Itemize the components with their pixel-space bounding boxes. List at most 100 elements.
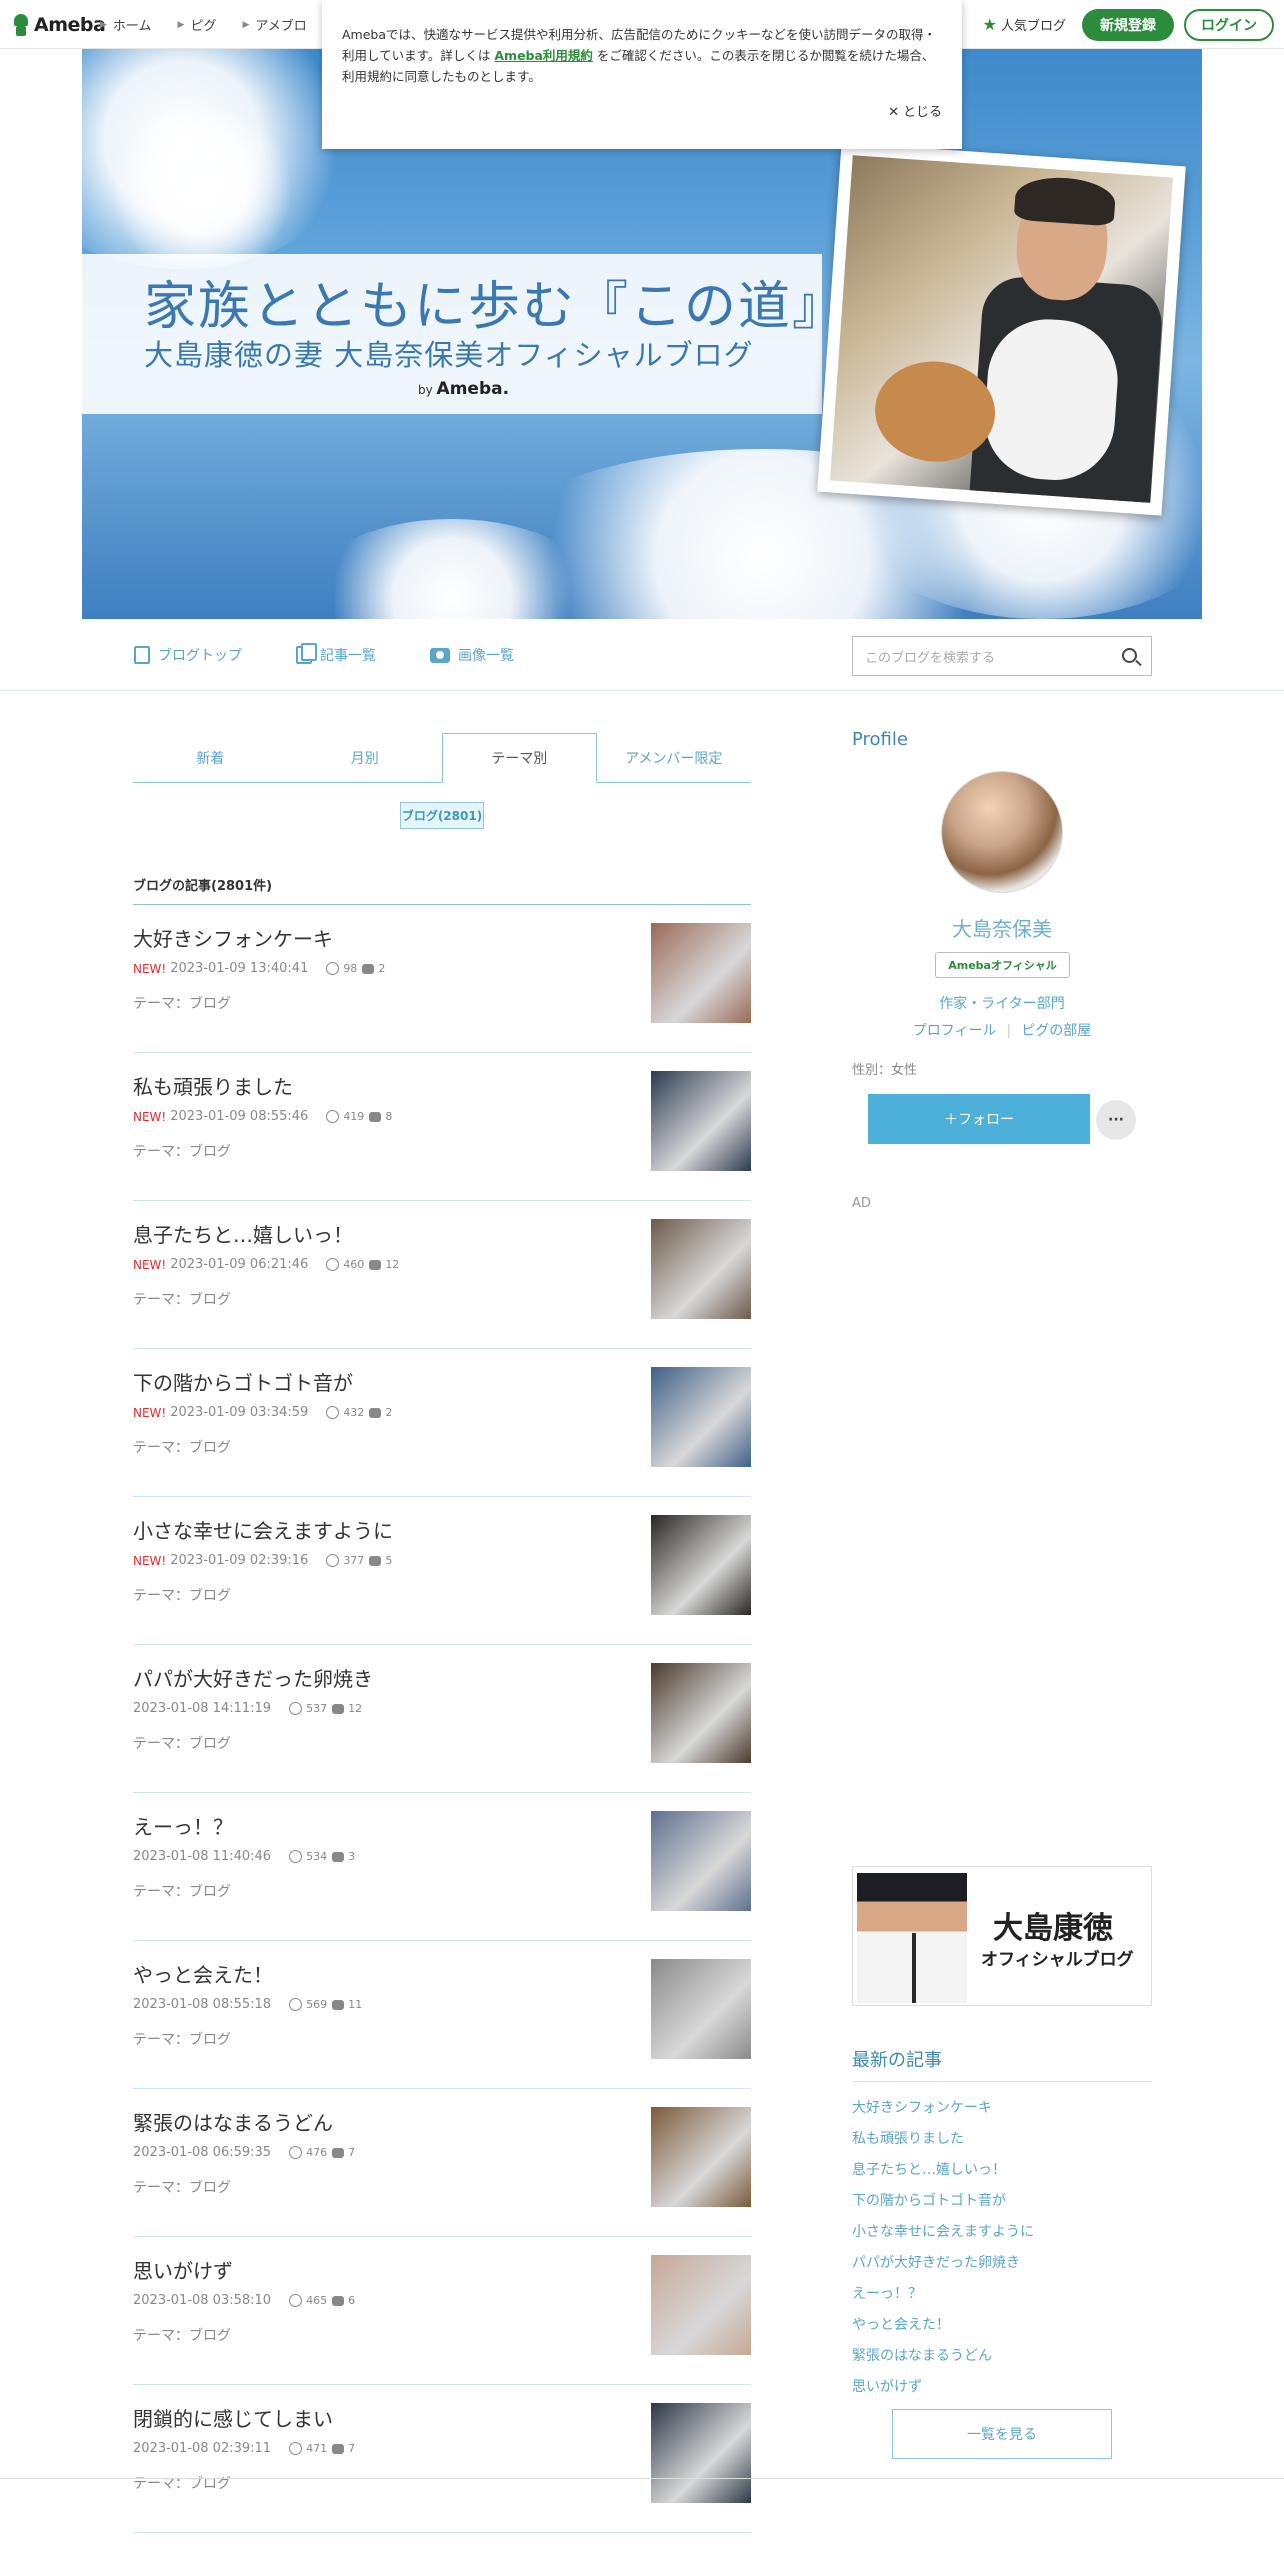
entry-meta: NEW! 2023-01-09 13:40:41 98 2: [133, 961, 385, 976]
profile-category[interactable]: 作家・ライター部門: [852, 993, 1152, 1013]
entry-theme[interactable]: テーマ：ブログ: [133, 2029, 231, 2049]
list-item[interactable]: 息子たちと…嬉しいっ！ NEW! 2023-01-09 06:21:46 460 12 テ…: [133, 1201, 751, 1349]
latest-item[interactable]: パパが大好きだった卵焼き: [852, 2246, 1152, 2277]
follow-button[interactable]: ＋フォロー: [868, 1094, 1090, 1144]
latest-item[interactable]: やっと会えた！: [852, 2308, 1152, 2339]
header-photo: [817, 142, 1186, 516]
entry-thumbnail[interactable]: [651, 1219, 751, 1319]
search-icon[interactable]: [1122, 648, 1137, 663]
latest-item[interactable]: 下の階からゴトゴト音が: [852, 2184, 1152, 2215]
profile-link[interactable]: プロフィール: [913, 1023, 997, 1039]
tab-new[interactable]: 新着: [133, 733, 288, 783]
entry-date: 2023-01-09 06:21:46: [170, 1257, 309, 1272]
entry-theme[interactable]: テーマ：ブログ: [133, 993, 231, 1013]
popular-blog-link[interactable]: ★ 人気ブログ: [983, 15, 1066, 34]
list-item[interactable]: 小さな幸せに会えますように NEW! 2023-01-09 02:39:16 377 5…: [133, 1497, 751, 1645]
subnav-entry-list[interactable]: 記事一覧: [296, 643, 376, 665]
entry-theme[interactable]: テーマ：ブログ: [133, 1881, 231, 1901]
entry-thumbnail[interactable]: [651, 923, 751, 1023]
latest-item[interactable]: 緊張のはなまるうどん: [852, 2339, 1152, 2370]
list-item[interactable]: 大好きシフォンケーキ NEW! 2023-01-09 13:40:41 98 2 テーマ：…: [133, 905, 751, 1053]
latest-item[interactable]: 息子たちと…嬉しいっ！: [852, 2153, 1152, 2184]
entry-thumbnail[interactable]: [651, 2403, 751, 2503]
entry-theme[interactable]: テーマ：ブログ: [133, 2325, 231, 2345]
entry-title[interactable]: 下の階からゴトゴト音が: [133, 1367, 633, 1396]
cookie-close-button[interactable]: ✕ とじる: [888, 102, 942, 123]
banner-title: 大島康徳: [993, 1911, 1113, 1946]
entry-theme[interactable]: テーマ：ブログ: [133, 1289, 231, 1309]
entry-thumbnail[interactable]: [651, 1811, 751, 1911]
latest-item[interactable]: 思いがけず: [852, 2370, 1152, 2401]
register-button[interactable]: 新規登録: [1082, 8, 1174, 41]
entry-theme[interactable]: テーマ：ブログ: [133, 2473, 231, 2493]
entry-theme[interactable]: テーマ：ブログ: [133, 1733, 231, 1753]
avatar[interactable]: [941, 771, 1063, 893]
sidebar: Profile 大島奈保美 Amebaオフィシャル 作家・ライター部門 プロフィ…: [852, 691, 1152, 2459]
theme-badge[interactable]: ブログ(2801): [400, 802, 484, 829]
top-nav-home[interactable]: ▶ ホーム: [100, 15, 152, 34]
entry-theme[interactable]: テーマ：ブログ: [133, 1585, 231, 1605]
entry-thumbnail[interactable]: [651, 1959, 751, 2059]
latest-item[interactable]: 小さな幸せに会えますように: [852, 2215, 1152, 2246]
entry-title[interactable]: 思いがけず: [133, 2255, 633, 2284]
subnav-image-list[interactable]: 画像一覧: [430, 645, 514, 665]
latest-item[interactable]: えーっ！？: [852, 2277, 1152, 2308]
comment-icon: [332, 2443, 345, 2454]
list-item[interactable]: 思いがけず 2023-01-08 03:58:10 465 6 テーマ：ブログ: [133, 2237, 751, 2385]
latest-item[interactable]: 大好きシフォンケーキ: [852, 2091, 1152, 2122]
entry-thumbnail[interactable]: [651, 2255, 751, 2355]
husband-blog-banner[interactable]: 大島康徳 オフィシャルブログ: [852, 1866, 1152, 2006]
list-item[interactable]: えーっ！？ 2023-01-08 11:40:46 534 3 テーマ：ブログ: [133, 1793, 751, 1941]
entry-title[interactable]: えーっ！？: [133, 1811, 633, 1840]
comment-icon: [332, 1999, 345, 2010]
like-count: 419: [343, 1110, 365, 1123]
see-all-button[interactable]: 一覧を見る: [892, 2409, 1112, 2459]
comment-count: 5: [385, 1554, 393, 1567]
blog-search-input[interactable]: このブログを検索する: [852, 636, 1152, 676]
login-button[interactable]: ログイン: [1184, 8, 1274, 41]
new-badge: NEW!: [133, 961, 167, 976]
entry-thumbnail[interactable]: [651, 2107, 751, 2207]
entry-title[interactable]: やっと会えた！: [133, 1959, 633, 1988]
list-item[interactable]: 緊張のはなまるうどん 2023-01-08 06:59:35 476 7 テーマ：ブログ: [133, 2089, 751, 2237]
subnav-blog-top[interactable]: ブログトップ: [134, 645, 242, 665]
latest-item[interactable]: 私も頑張りました: [852, 2122, 1152, 2153]
ameba-logo[interactable]: Ameba: [12, 10, 106, 40]
tab-theme[interactable]: テーマ別: [442, 733, 597, 783]
cloud-decoration: [102, 109, 302, 269]
entry-date: 2023-01-08 11:40:46: [133, 1849, 272, 1864]
profile-name[interactable]: 大島奈保美: [852, 913, 1152, 942]
copy-icon: [296, 643, 317, 664]
top-nav-pigg[interactable]: ▶ ピグ: [178, 15, 217, 34]
entry-title[interactable]: 私も頑張りました: [133, 1071, 633, 1100]
like-count: 471: [306, 2442, 328, 2455]
new-badge: NEW!: [133, 1257, 167, 1272]
entry-meta: 2023-01-08 14:11:19 537 12: [133, 1701, 362, 1716]
tab-amember[interactable]: アメンバー限定: [596, 733, 751, 783]
list-item[interactable]: 私も頑張りました NEW! 2023-01-09 08:55:46 419 8 テーマ：ブ…: [133, 1053, 751, 1201]
entry-title[interactable]: 小さな幸せに会えますように: [133, 1515, 633, 1544]
entry-thumbnail[interactable]: [651, 1515, 751, 1615]
list-item[interactable]: パパが大好きだった卵焼き 2023-01-08 14:11:19 537 12 テーマ：…: [133, 1645, 751, 1793]
list-item[interactable]: 閉鎖的に感じてしまい 2023-01-08 02:39:11 471 7 テーマ：ブログ: [133, 2385, 751, 2533]
entry-thumbnail[interactable]: [651, 1367, 751, 1467]
entry-title[interactable]: 大好きシフォンケーキ: [133, 923, 633, 952]
entry-meta: NEW! 2023-01-09 06:21:46 460 12: [133, 1257, 399, 1272]
entry-thumbnail[interactable]: [651, 1071, 751, 1171]
pigg-room-link[interactable]: ピグの部屋: [1021, 1023, 1091, 1039]
list-item[interactable]: やっと会えた！ 2023-01-08 08:55:18 569 11 テーマ：ブログ: [133, 1941, 751, 2089]
terms-link[interactable]: Ameba利用規約: [494, 48, 593, 63]
entry-title[interactable]: 緊張のはなまるうどん: [133, 2107, 633, 2136]
entry-title[interactable]: 閉鎖的に感じてしまい: [133, 2403, 633, 2432]
top-nav-ameblo[interactable]: ▶ アメブロ: [242, 15, 306, 34]
entry-theme[interactable]: テーマ：ブログ: [133, 1437, 231, 1457]
ameba-logo-text: Ameba: [34, 14, 106, 36]
entry-theme[interactable]: テーマ：ブログ: [133, 1141, 231, 1161]
more-button[interactable]: ···: [1096, 1100, 1136, 1140]
tab-monthly[interactable]: 月別: [287, 733, 442, 783]
list-item[interactable]: 下の階からゴトゴト音が NEW! 2023-01-09 03:34:59 432 2 テー…: [133, 1349, 751, 1497]
entry-thumbnail[interactable]: [651, 1663, 751, 1763]
entry-title[interactable]: パパが大好きだった卵焼き: [133, 1663, 633, 1692]
entry-title[interactable]: 息子たちと…嬉しいっ！: [133, 1219, 633, 1248]
entry-theme[interactable]: テーマ：ブログ: [133, 2177, 231, 2197]
